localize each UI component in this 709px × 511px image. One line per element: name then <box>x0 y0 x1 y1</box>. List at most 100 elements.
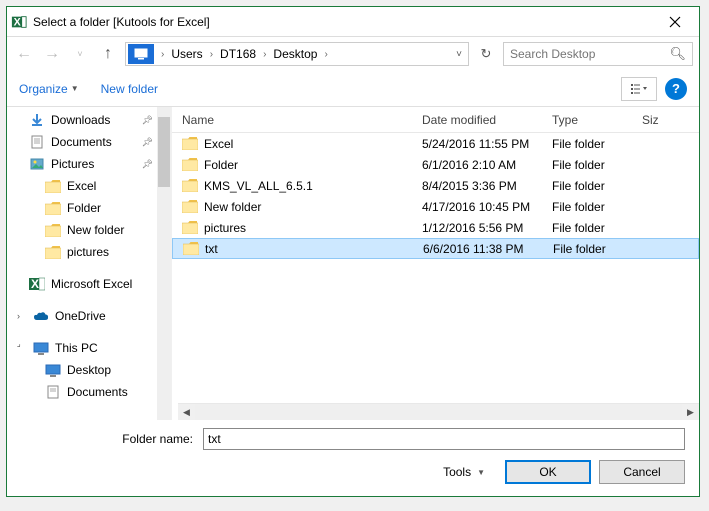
footer: Folder name: Tools ▼ OK Cancel <box>7 420 699 496</box>
file-type: File folder <box>552 179 642 193</box>
sidebar-item-folder[interactable]: Excel <box>7 175 171 197</box>
excel-app-icon: X <box>11 14 27 30</box>
button-row: Tools ▼ OK Cancel <box>21 460 685 484</box>
sidebar-item-downloads[interactable]: Downloads 📌︎ <box>7 109 171 131</box>
expand-caret-icon[interactable]: › <box>15 341 29 355</box>
breadcrumb-item[interactable]: DT168 <box>218 47 258 61</box>
sidebar-item-label: Excel <box>67 179 96 193</box>
file-row[interactable]: pictures1/12/2016 5:56 PMFile folder <box>172 217 699 238</box>
file-rows[interactable]: Excel5/24/2016 11:55 PMFile folderFolder… <box>172 133 699 403</box>
sidebar-item-onedrive[interactable]: › OneDrive <box>7 305 171 327</box>
sidebar-scrollbar[interactable] <box>157 107 171 420</box>
desktop-root-icon[interactable] <box>128 44 154 64</box>
pictures-icon <box>29 156 45 172</box>
refresh-button[interactable]: ↻ <box>475 43 497 65</box>
tools-menu[interactable]: Tools ▼ <box>443 465 485 479</box>
svg-text:X: X <box>31 277 39 291</box>
scroll-track[interactable] <box>195 404 682 421</box>
sidebar-item-folder[interactable]: Folder <box>7 197 171 219</box>
chevron-right-icon[interactable]: › <box>319 49 332 60</box>
file-type: File folder <box>552 158 642 172</box>
file-list: Name Date modified Type Siz Excel5/24/20… <box>172 107 699 420</box>
pin-icon: 📌︎ <box>142 137 153 148</box>
chevron-right-icon[interactable]: › <box>156 49 169 60</box>
folder-select-dialog: X Select a folder [Kutools for Excel] ← … <box>6 6 700 497</box>
file-date: 1/12/2016 5:56 PM <box>422 221 552 235</box>
scrollbar-thumb[interactable] <box>158 117 170 187</box>
new-folder-button[interactable]: New folder <box>101 82 158 96</box>
sidebar-item-label: Pictures <box>51 157 94 171</box>
up-button[interactable]: ↑ <box>97 43 119 65</box>
sidebar-item-documents[interactable]: Documents <box>7 381 171 403</box>
svg-text:X: X <box>14 16 22 28</box>
pin-icon: 📌︎ <box>142 115 153 126</box>
foldername-input[interactable] <box>203 428 685 450</box>
help-button[interactable]: ? <box>665 78 687 100</box>
organize-menu[interactable]: Organize ▼ <box>19 82 79 96</box>
file-type: File folder <box>553 242 643 256</box>
sidebar-item-documents[interactable]: Documents 📌︎ <box>7 131 171 153</box>
expand-caret-icon[interactable]: › <box>17 311 27 321</box>
view-options-button[interactable] <box>621 77 657 101</box>
file-row[interactable]: Excel5/24/2016 11:55 PMFile folder <box>172 133 699 154</box>
folder-icon <box>182 157 198 173</box>
breadcrumb-item[interactable]: Desktop <box>271 47 319 61</box>
search-input[interactable] <box>510 47 669 61</box>
sidebar-item-msexcel[interactable]: X Microsoft Excel <box>7 273 171 295</box>
scroll-right-button[interactable]: ▶ <box>682 404 699 421</box>
column-header-size[interactable]: Siz <box>642 113 699 127</box>
sidebar-item-folder[interactable]: New folder <box>7 219 171 241</box>
breadcrumb-item[interactable]: Users <box>169 47 204 61</box>
column-header-type[interactable]: Type <box>552 113 642 127</box>
file-name: Excel <box>204 137 233 151</box>
folder-icon <box>183 241 199 257</box>
column-header-date[interactable]: Date modified <box>422 113 552 127</box>
chevron-down-icon: ▼ <box>71 84 79 93</box>
sidebar-item-label: pictures <box>67 245 109 259</box>
cancel-button[interactable]: Cancel <box>599 460 685 484</box>
tools-label: Tools <box>443 465 471 479</box>
breadcrumb[interactable]: › Users › DT168 › Desktop › ˅ <box>125 42 469 66</box>
chevron-right-icon[interactable]: › <box>258 49 271 60</box>
excel-icon: X <box>29 276 45 292</box>
file-row[interactable]: txt6/6/2016 11:38 PMFile folder <box>172 238 699 259</box>
navigation-pane[interactable]: Downloads 📌︎ Documents 📌︎ Pictures 📌︎ Ex… <box>7 107 172 420</box>
close-button[interactable] <box>655 8 695 36</box>
sidebar-item-thispc[interactable]: › This PC <box>7 337 171 359</box>
folder-icon <box>45 244 61 260</box>
file-row[interactable]: Folder 6/1/2016 2:10 AMFile folder <box>172 154 699 175</box>
search-icon[interactable]: 🔍︎ <box>669 46 686 62</box>
column-header-name[interactable]: Name <box>172 113 422 127</box>
recent-dropdown[interactable]: ˅ <box>69 43 91 65</box>
ok-button[interactable]: OK <box>505 460 591 484</box>
sidebar-item-label: Desktop <box>67 363 111 377</box>
file-row[interactable]: KMS_VL_ALL_6.5.18/4/2015 3:36 PMFile fol… <box>172 175 699 196</box>
folder-icon <box>182 220 198 236</box>
chevron-right-icon[interactable]: › <box>205 49 218 60</box>
file-type: File folder <box>552 221 642 235</box>
sidebar-item-label: New folder <box>67 223 124 237</box>
folder-icon <box>182 178 198 194</box>
sidebar-item-pictures[interactable]: Pictures 📌︎ <box>7 153 171 175</box>
download-icon <box>29 112 45 128</box>
file-name: Folder <box>204 158 238 172</box>
folder-icon <box>45 222 61 238</box>
navigation-bar: ← → ˅ ↑ › Users › DT168 › Desktop › ˅ ↻ … <box>7 37 699 71</box>
breadcrumb-dropdown[interactable]: ˅ <box>452 49 466 60</box>
document-icon <box>29 134 45 150</box>
desktop-icon <box>45 362 61 378</box>
sidebar-item-desktop[interactable]: Desktop <box>7 359 171 381</box>
file-date: 6/1/2016 2:10 AM <box>422 158 552 172</box>
forward-button[interactable]: → <box>41 43 63 65</box>
search-box[interactable]: 🔍︎ <box>503 42 693 66</box>
horizontal-scrollbar[interactable]: ◀ ▶ <box>178 403 699 420</box>
back-button[interactable]: ← <box>13 43 35 65</box>
file-name: New folder <box>204 200 261 214</box>
scroll-left-button[interactable]: ◀ <box>178 404 195 421</box>
file-date: 4/17/2016 10:45 PM <box>422 200 552 214</box>
folder-icon <box>45 178 61 194</box>
sidebar-item-label: Documents <box>67 385 128 399</box>
sidebar-item-folder[interactable]: pictures <box>7 241 171 263</box>
file-row[interactable]: New folder4/17/2016 10:45 PMFile folder <box>172 196 699 217</box>
sidebar-item-label: Microsoft Excel <box>51 277 132 291</box>
